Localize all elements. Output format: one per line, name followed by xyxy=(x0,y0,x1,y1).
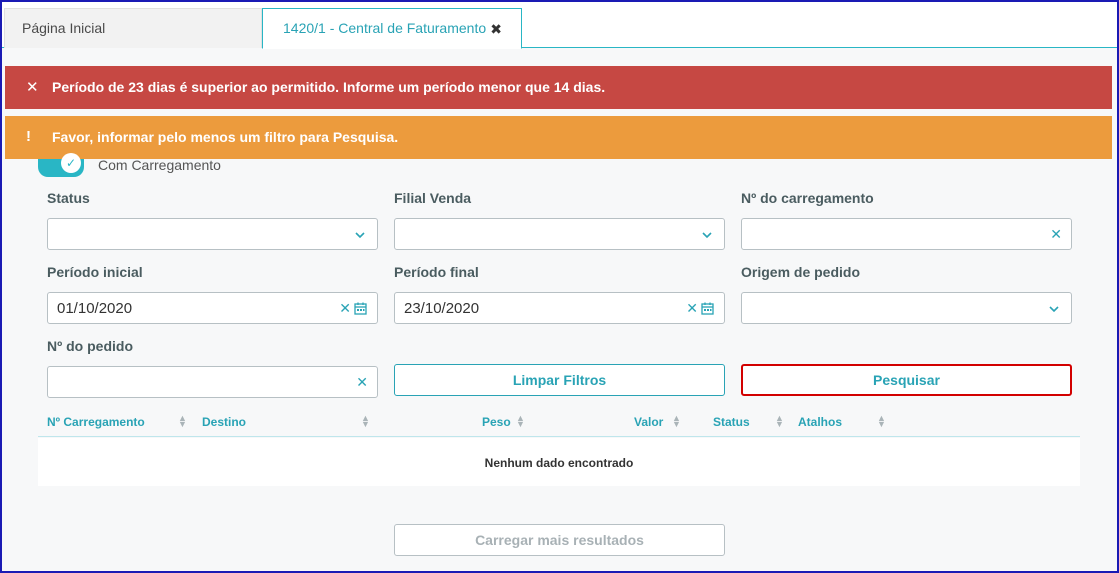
tab-bar: Página Inicial 1420/1 - Central de Fatur… xyxy=(2,2,1117,49)
sort-icon[interactable]: ▲ ▼ xyxy=(516,414,525,429)
alert-warning: ! Favor, informar pelo menos um filtro p… xyxy=(5,116,1112,159)
pedido-label: Nº do pedido xyxy=(47,338,133,354)
column-header-destino[interactable]: Destino xyxy=(202,415,246,429)
calendar-icon[interactable] xyxy=(354,302,367,315)
pedido-input[interactable]: ✕ xyxy=(47,366,378,398)
chevron-down-icon xyxy=(355,232,365,239)
periodo-final-label: Período final xyxy=(394,264,479,280)
carregar-mais-button[interactable]: Carregar mais resultados xyxy=(394,524,725,556)
carregamento-label: Nº do carregamento xyxy=(741,190,874,206)
warning-icon: ! xyxy=(26,128,31,145)
calendar-icon[interactable] xyxy=(701,302,714,315)
alert-error-text: Período de 23 dias é superior ao permiti… xyxy=(52,79,606,95)
status-select[interactable] xyxy=(47,218,378,250)
periodo-inicial-input[interactable]: 01/10/2020 ✕ xyxy=(47,292,378,324)
origem-pedido-label: Origem de pedido xyxy=(741,264,861,280)
close-icon[interactable]: ✖ xyxy=(490,21,502,38)
origem-pedido-select[interactable] xyxy=(741,292,1072,324)
column-header-peso[interactable]: Peso xyxy=(482,415,511,429)
empty-message: Nenhum dado encontrado xyxy=(484,456,634,470)
com-carregamento-toggle[interactable]: ✓ xyxy=(38,153,84,177)
clear-icon[interactable]: ✕ xyxy=(686,300,698,317)
clear-icon[interactable]: ✕ xyxy=(356,374,368,391)
chevron-down-icon xyxy=(1049,306,1059,313)
clear-icon[interactable]: ✕ xyxy=(339,300,351,317)
alert-warning-text: Favor, informar pelo menos um filtro par… xyxy=(52,129,399,145)
sort-icon[interactable]: ▲ ▼ xyxy=(361,414,370,429)
sort-icon[interactable]: ▲ ▼ xyxy=(775,414,784,429)
chevron-down-icon xyxy=(702,232,712,239)
pesquisar-button[interactable]: Pesquisar xyxy=(741,364,1072,396)
carregamento-input[interactable]: ✕ xyxy=(741,218,1072,250)
table-header: Nº Carregamento ▲ ▼ Destino ▲ ▼ Peso ▲ ▼ Va… xyxy=(38,407,1080,437)
periodo-inicial-value: 01/10/2020 xyxy=(57,300,133,317)
sort-icon[interactable]: ▲ ▼ xyxy=(877,414,886,429)
column-header-valor[interactable]: Valor xyxy=(634,415,663,429)
periodo-inicial-label: Período inicial xyxy=(47,264,143,280)
sort-icon[interactable]: ▲ ▼ xyxy=(178,414,187,429)
status-label: Status xyxy=(47,190,90,206)
app-window: Página Inicial 1420/1 - Central de Fatur… xyxy=(0,0,1119,573)
table-body: Nenhum dado encontrado xyxy=(38,438,1080,486)
alert-error: ✕ Período de 23 dias é superior ao permi… xyxy=(5,66,1112,109)
tab-central-faturamento[interactable]: 1420/1 - Central de Faturamento ✖ xyxy=(262,8,522,49)
tab-active-label: 1420/1 - Central de Faturamento xyxy=(283,20,487,36)
filter-panel: ✓ Com Carregamento Status Filial Venda N… xyxy=(2,153,1117,571)
check-icon: ✓ xyxy=(61,153,81,173)
periodo-final-value: 23/10/2020 xyxy=(404,300,480,317)
column-header-atalhos[interactable]: Atalhos xyxy=(798,415,842,429)
column-header-status[interactable]: Status xyxy=(713,415,750,429)
sort-icon[interactable]: ▲ ▼ xyxy=(672,414,681,429)
limpar-filtros-button[interactable]: Limpar Filtros xyxy=(394,364,725,396)
column-header-carregamento[interactable]: Nº Carregamento xyxy=(47,415,145,429)
close-alert-icon[interactable]: ✕ xyxy=(26,78,39,96)
toggle-label: Com Carregamento xyxy=(98,157,221,173)
filial-venda-select[interactable] xyxy=(394,218,725,250)
filial-venda-label: Filial Venda xyxy=(394,190,472,206)
tab-home-label: Página Inicial xyxy=(22,20,106,36)
periodo-final-input[interactable]: 23/10/2020 ✕ xyxy=(394,292,725,324)
clear-icon[interactable]: ✕ xyxy=(1050,226,1062,243)
tab-home[interactable]: Página Inicial xyxy=(4,8,262,48)
